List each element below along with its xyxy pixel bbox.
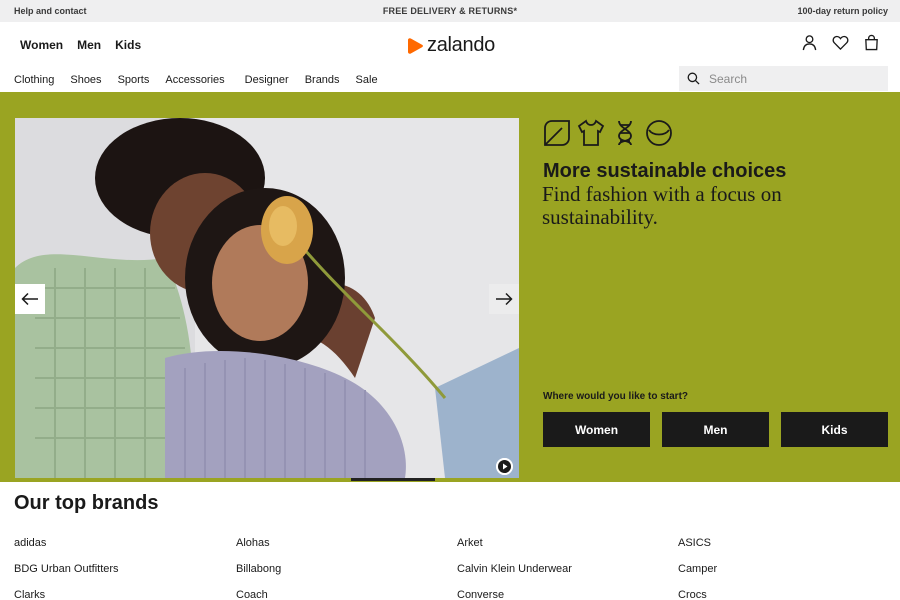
shop-women-button[interactable]: Women xyxy=(543,412,650,447)
arrow-right-icon xyxy=(496,292,513,306)
zalando-logo-mark-icon xyxy=(408,37,423,54)
brand-link[interactable]: Converse xyxy=(457,589,504,600)
brand-link[interactable]: Billabong xyxy=(236,563,281,575)
tshirt-icon xyxy=(577,119,605,146)
hero-subtitle: Find fashion with a focus on sustainabil… xyxy=(542,182,782,229)
tab-women[interactable]: Women xyxy=(20,38,63,52)
carousel-progress-indicator xyxy=(351,478,435,481)
hero-title: More sustainable choices xyxy=(543,160,787,182)
brand-link[interactable]: adidas xyxy=(14,537,46,549)
bag-icon[interactable] xyxy=(863,34,880,51)
nav-brands[interactable]: Brands xyxy=(305,74,340,86)
wishlist-heart-icon[interactable] xyxy=(832,34,849,51)
brand-link[interactable]: Crocs xyxy=(678,589,707,600)
smile-icon xyxy=(646,120,672,146)
logo-wordmark: zalando xyxy=(427,34,495,56)
account-icon[interactable] xyxy=(801,34,818,51)
play-icon xyxy=(496,458,513,475)
brand-link[interactable]: BDG Urban Outfitters xyxy=(14,563,119,575)
nav-sale[interactable]: Sale xyxy=(356,74,378,86)
free-delivery-banner[interactable]: FREE DELIVERY & RETURNS* xyxy=(0,6,900,16)
search-icon xyxy=(687,72,700,85)
start-question: Where would you like to start? xyxy=(543,391,689,402)
hero-image[interactable] xyxy=(15,118,519,478)
brand-link[interactable]: Clarks xyxy=(14,589,45,600)
header-icons xyxy=(801,34,880,51)
top-brands-title: Our top brands xyxy=(14,492,159,514)
site-header: Women Men Kids zalando Clothing Shoes Sp… xyxy=(0,22,900,92)
return-policy-link[interactable]: 100-day return policy xyxy=(797,6,888,16)
arrow-left-icon xyxy=(21,292,38,306)
tab-men[interactable]: Men xyxy=(77,38,101,52)
brand-link[interactable]: Arket xyxy=(457,537,483,549)
leaf-icon xyxy=(544,120,570,146)
category-nav: Clothing Shoes Sports Accessories Design… xyxy=(14,74,394,86)
brand-link[interactable]: Camper xyxy=(678,563,717,575)
gender-tabs: Women Men Kids xyxy=(20,38,155,52)
search-box[interactable] xyxy=(679,66,888,91)
nav-accessories[interactable]: Accessories xyxy=(165,74,224,86)
shop-men-button[interactable]: Men xyxy=(662,412,769,447)
brand-link[interactable]: Alohas xyxy=(236,537,270,549)
nav-designer[interactable]: Designer xyxy=(245,74,289,86)
video-play-button[interactable] xyxy=(496,458,513,475)
shop-kids-button[interactable]: Kids xyxy=(781,412,888,447)
brand-link[interactable]: Calvin Klein Underwear xyxy=(457,563,572,575)
brand-link[interactable]: ASICS xyxy=(678,537,711,549)
nav-clothing[interactable]: Clothing xyxy=(14,74,54,86)
carousel-next-button[interactable] xyxy=(489,284,519,314)
top-info-bar: Help and contact FREE DELIVERY & RETURNS… xyxy=(0,0,900,22)
couple-photo-illustration xyxy=(15,118,519,478)
brand-link[interactable]: Coach xyxy=(236,589,268,600)
zalando-logo[interactable]: zalando xyxy=(406,34,495,57)
nav-sports[interactable]: Sports xyxy=(118,74,150,86)
search-input[interactable] xyxy=(709,71,879,86)
nav-shoes[interactable]: Shoes xyxy=(70,74,101,86)
tab-kids[interactable]: Kids xyxy=(115,38,141,52)
sustainability-icons xyxy=(542,118,674,148)
dna-icon xyxy=(618,120,632,146)
carousel-prev-button[interactable] xyxy=(15,284,45,314)
